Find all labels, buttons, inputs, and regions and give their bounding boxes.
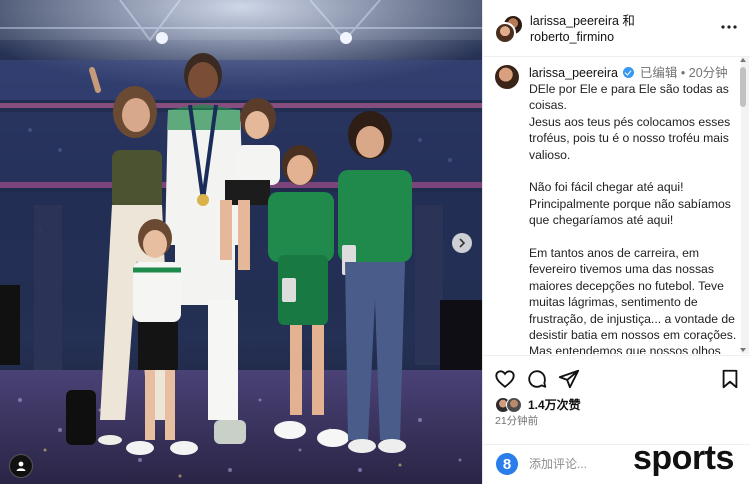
caption-scrollbar[interactable] bbox=[740, 57, 749, 354]
bookmark-icon[interactable] bbox=[719, 368, 741, 390]
collab-avatars[interactable] bbox=[494, 14, 524, 44]
caption-paragraph: Em tantos anos de carreira, em fevereiro… bbox=[529, 246, 737, 354]
avatar-larissa bbox=[494, 22, 516, 44]
collab-names: larissa_peereira 和 roberto_firmino bbox=[530, 13, 635, 45]
tagged-users-button[interactable] bbox=[9, 454, 33, 478]
post-side-panel: larissa_peereira 和 roberto_firmino laris… bbox=[482, 0, 750, 484]
user-tag-icon bbox=[16, 461, 26, 471]
post-actions: 1.4万次赞 21分钟前 bbox=[483, 355, 750, 446]
caption-scroll-area[interactable]: larissa_peereira 已编辑 • 20分钟 DEle por Ele… bbox=[483, 57, 750, 354]
post-time-ago[interactable]: 21分钟前 bbox=[495, 413, 538, 428]
comment-icon[interactable] bbox=[526, 368, 548, 390]
comment-input[interactable] bbox=[529, 453, 639, 475]
scroll-up-arrow[interactable] bbox=[740, 58, 746, 62]
caption-text: DEle por Ele e para Ele são todas as coi… bbox=[529, 81, 737, 354]
liker-avatars[interactable] bbox=[495, 397, 525, 413]
header-joiner: 和 bbox=[622, 14, 635, 28]
header-user2-link[interactable]: roberto_firmino bbox=[530, 30, 614, 44]
edited-label: 已编辑 bbox=[639, 66, 678, 80]
header-user1-link[interactable]: larissa_peereira bbox=[530, 14, 619, 28]
post-header: larissa_peereira 和 roberto_firmino bbox=[483, 0, 750, 57]
chevron-right-icon bbox=[459, 238, 466, 248]
add-comment-row: 8 sports bbox=[483, 439, 750, 485]
caption-paragraph: DEle por Ele e para Ele são todas as coi… bbox=[529, 82, 731, 162]
photo-illustration bbox=[0, 0, 482, 484]
liker-avatar bbox=[506, 397, 522, 413]
caption-header: larissa_peereira 已编辑 • 20分钟 bbox=[529, 65, 728, 81]
post-photo[interactable] bbox=[0, 0, 482, 484]
heart-icon[interactable] bbox=[494, 368, 516, 390]
share-icon[interactable] bbox=[558, 368, 580, 390]
carousel-next-button[interactable] bbox=[452, 233, 472, 253]
scroll-thumb[interactable] bbox=[740, 67, 746, 107]
scroll-down-arrow[interactable] bbox=[740, 348, 746, 352]
caption-paragraph: Não foi fácil chegar até aqui! Principal… bbox=[529, 180, 731, 228]
caption-avatar[interactable] bbox=[495, 65, 519, 89]
caption-time: 20分钟 bbox=[688, 66, 728, 80]
watermark-logo: sports bbox=[633, 439, 734, 477]
more-icon[interactable] bbox=[720, 18, 738, 36]
emoji-icon[interactable]: 8 bbox=[496, 453, 518, 475]
meta-separator: • bbox=[680, 66, 686, 80]
verified-icon bbox=[623, 67, 635, 78]
caption-username-link[interactable]: larissa_peereira bbox=[529, 66, 618, 80]
like-count[interactable]: 1.4万次赞 bbox=[528, 396, 581, 413]
